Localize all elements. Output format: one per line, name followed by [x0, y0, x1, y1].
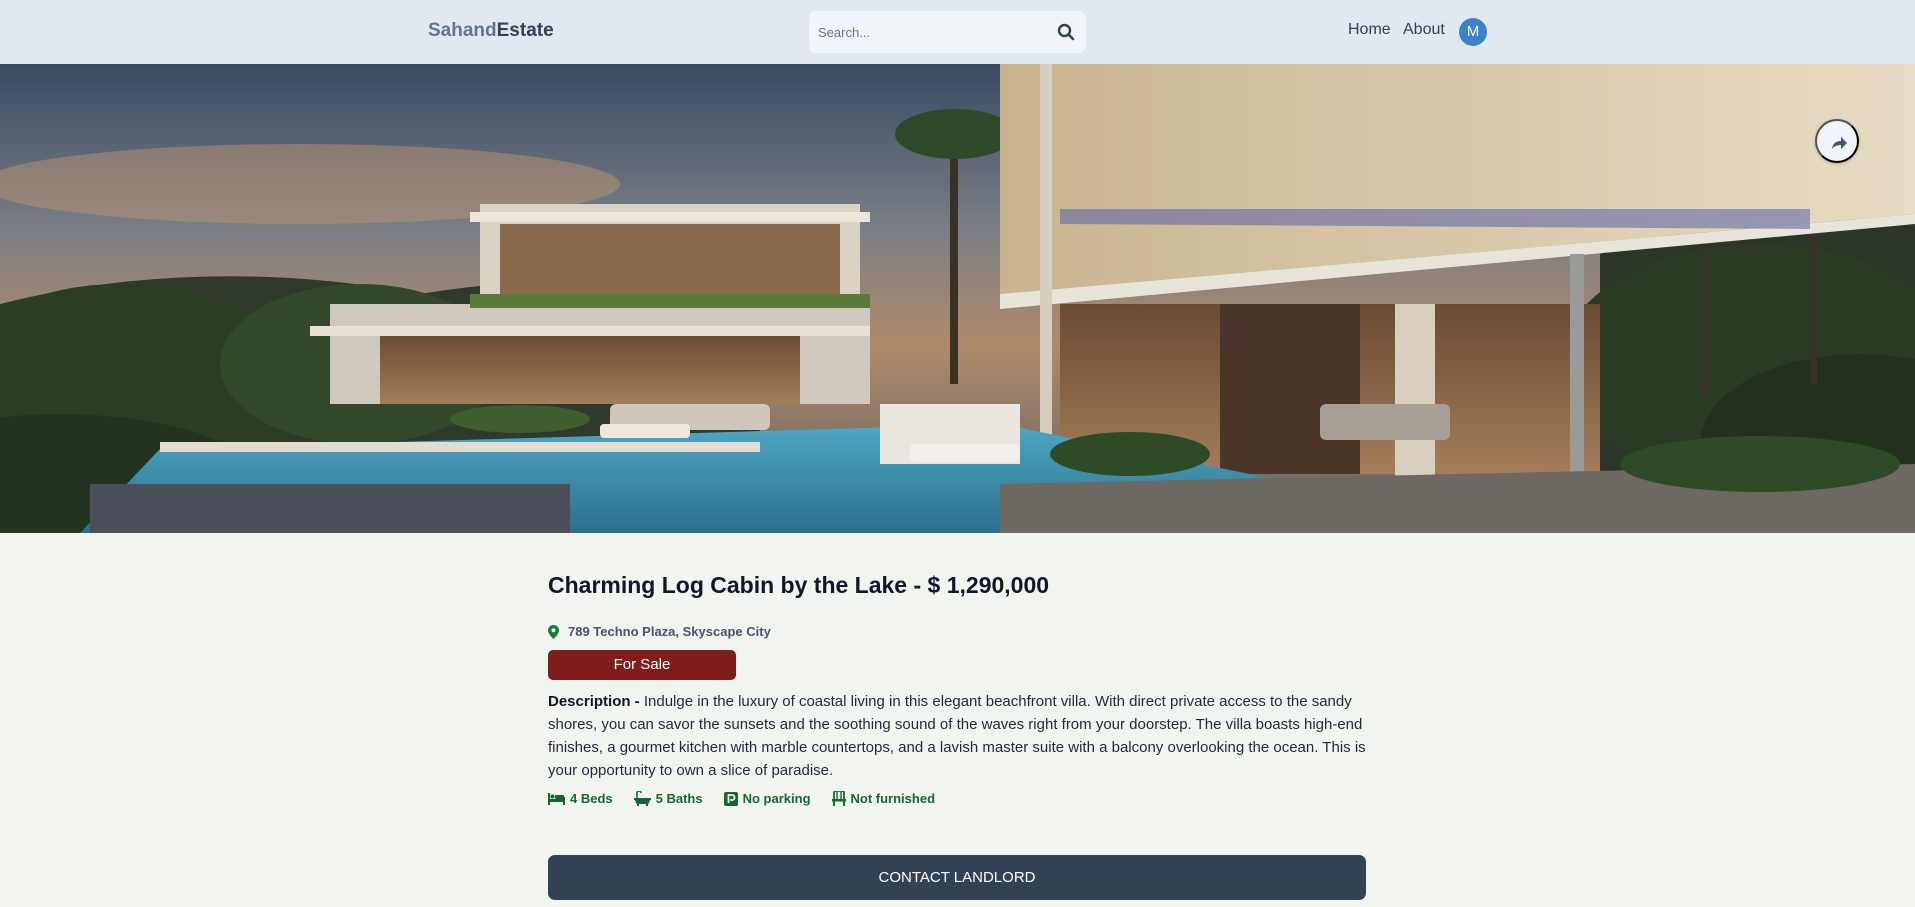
share-button[interactable]	[1815, 119, 1859, 163]
feature-furnished-label: Not furnished	[850, 791, 936, 806]
map-marker-icon	[548, 624, 559, 639]
nav-about-link[interactable]: About	[1403, 21, 1445, 39]
bed-icon	[548, 793, 565, 805]
listing-title: Charming Log Cabin by the Lake - $ 1,290…	[548, 572, 1050, 598]
search-input[interactable]	[818, 22, 1038, 42]
nav-home-link[interactable]: Home	[1348, 21, 1391, 39]
description-label: Description -	[548, 693, 640, 710]
logo[interactable]: SahandEstate	[428, 20, 554, 42]
listing-address: 789 Techno Plaza, Skyscape City	[548, 624, 771, 639]
logo-part-estate: Estate	[496, 20, 554, 41]
site-header: SahandEstate Home About M	[0, 0, 1915, 64]
search-icon[interactable]	[1056, 22, 1076, 42]
avatar[interactable]: M	[1459, 18, 1487, 46]
feature-beds: 4 Beds	[548, 791, 613, 806]
search-form	[809, 11, 1086, 53]
chair-icon	[831, 791, 846, 806]
bath-icon	[633, 791, 651, 806]
listing-features: 4 Beds 5 Baths No parking Not furnished	[548, 791, 935, 806]
share-icon	[1832, 137, 1847, 149]
address-text: 789 Techno Plaza, Skyscape City	[568, 624, 771, 639]
feature-parking: No parking	[723, 791, 811, 806]
status-badge: For Sale	[548, 650, 736, 680]
feature-furnished: Not furnished	[831, 791, 936, 806]
listing-description: Description - Indulge in the luxury of c…	[548, 690, 1368, 782]
feature-baths: 5 Baths	[633, 791, 703, 806]
description-text: Indulge in the luxury of coastal living …	[548, 693, 1366, 779]
contact-landlord-button[interactable]: CONTACT LANDLORD	[548, 855, 1366, 900]
feature-beds-label: 4 Beds	[570, 791, 613, 806]
feature-parking-label: No parking	[742, 791, 811, 806]
listing-hero-image	[0, 64, 1915, 533]
logo-part-sahand: Sahand	[428, 20, 497, 41]
parking-icon	[723, 791, 738, 806]
feature-baths-label: 5 Baths	[655, 791, 703, 806]
